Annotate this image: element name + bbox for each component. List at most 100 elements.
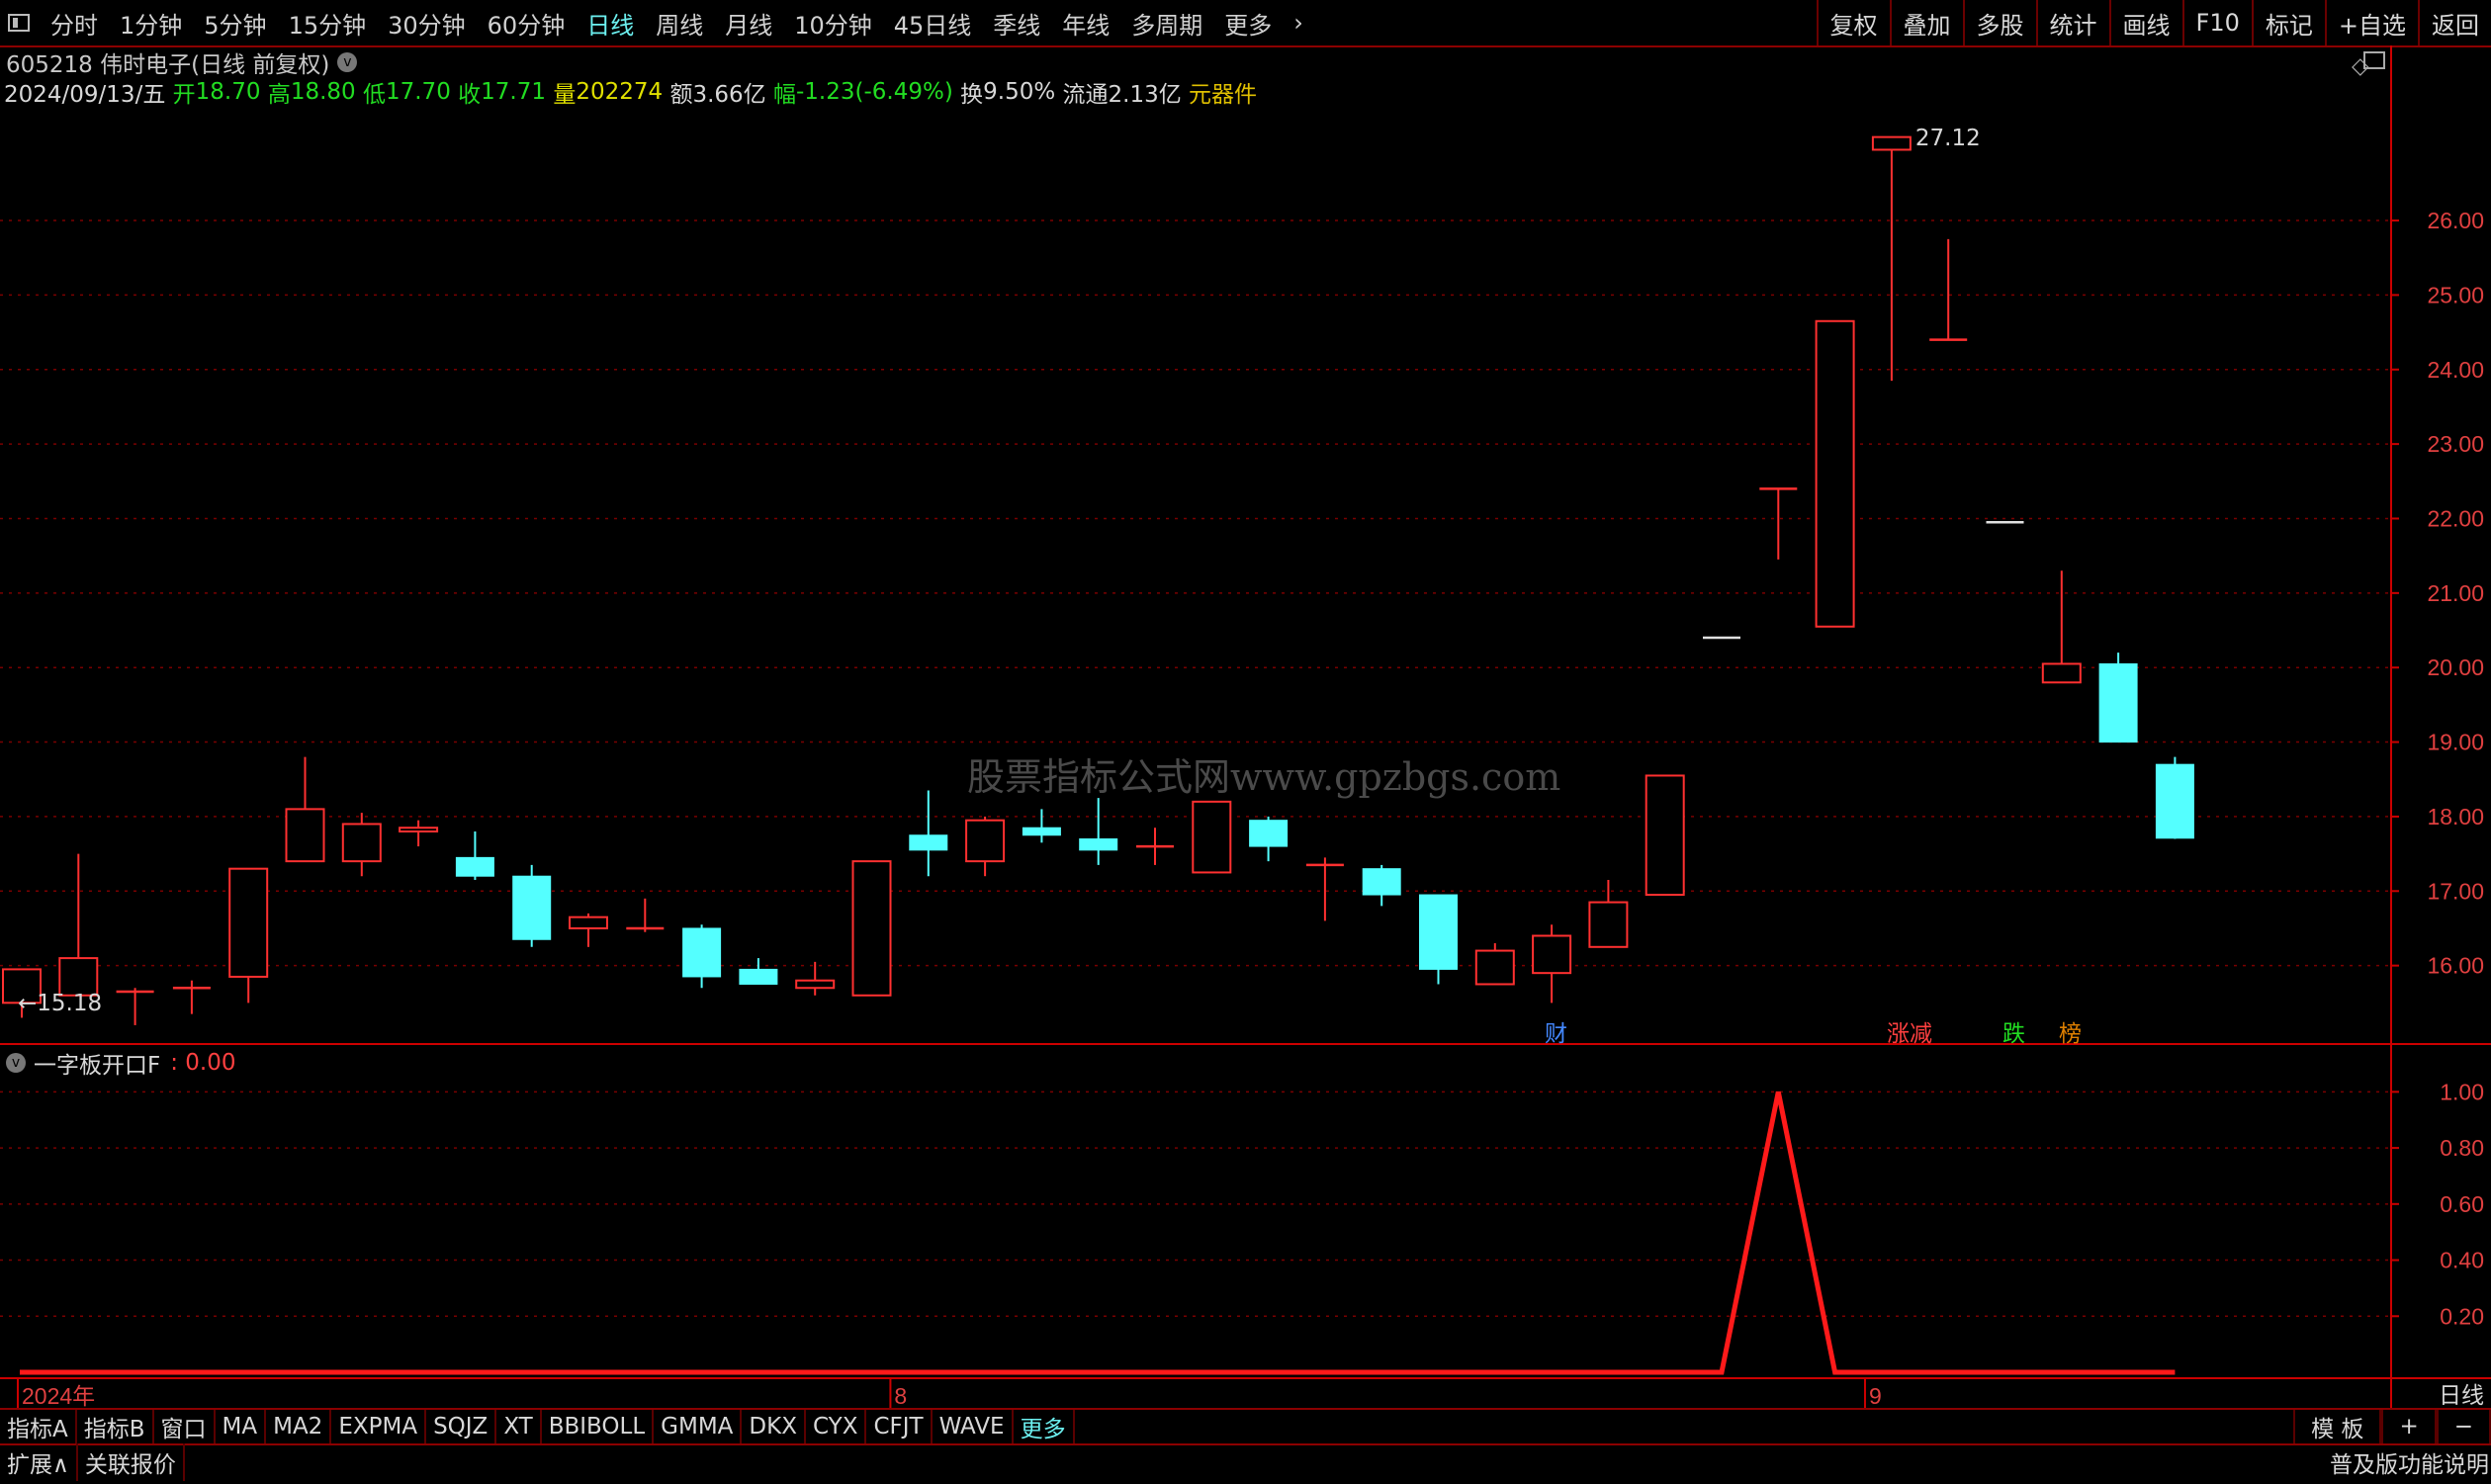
candle[interactable] bbox=[172, 980, 211, 1014]
price-tick-label: 16.00 bbox=[2427, 953, 2484, 979]
indicator-line bbox=[20, 1091, 2176, 1375]
candle[interactable] bbox=[851, 860, 892, 997]
indicator-title-row: v 一字板开口F : 0.00 bbox=[0, 1048, 2491, 1079]
candle-body bbox=[739, 968, 778, 985]
candle[interactable] bbox=[1532, 924, 1572, 1004]
candle[interactable] bbox=[58, 853, 99, 997]
candle-body bbox=[1362, 868, 1401, 896]
indicator-tab-5[interactable]: EXPMA bbox=[331, 1410, 427, 1443]
candle[interactable] bbox=[1419, 894, 1458, 985]
candle-body bbox=[1022, 827, 1061, 836]
edition-info-link[interactable]: 普及版功能说明 bbox=[2330, 1445, 2489, 1479]
candle-body bbox=[512, 875, 552, 940]
indicator-value-number: 0.00 bbox=[185, 1050, 236, 1076]
time-axis-label: 2024年 bbox=[22, 1383, 95, 1408]
candle[interactable] bbox=[1305, 857, 1344, 921]
indicator-tick-label: 0.60 bbox=[2440, 1191, 2484, 1217]
indicator-tab-12[interactable]: CFJT bbox=[866, 1410, 933, 1443]
candle[interactable] bbox=[909, 790, 948, 877]
candle-body bbox=[2098, 662, 2138, 743]
candle-body bbox=[341, 823, 382, 863]
candle[interactable] bbox=[1871, 135, 1912, 382]
status-bar: 扩展∧ 关联报价 普及版功能说明 bbox=[0, 1443, 2491, 1481]
event-mark-fall[interactable]: 跌 bbox=[2002, 1014, 2025, 1048]
indicator-dropdown-icon[interactable]: v bbox=[6, 1053, 26, 1073]
candle[interactable] bbox=[1022, 809, 1061, 843]
candle-body bbox=[228, 867, 269, 978]
candle-body bbox=[1079, 838, 1118, 851]
expand-button[interactable]: 扩展∧ bbox=[0, 1443, 78, 1481]
candle[interactable] bbox=[1249, 816, 1289, 862]
candle-body bbox=[2041, 662, 2082, 684]
candle[interactable] bbox=[1362, 864, 1401, 907]
price-tick-label: 21.00 bbox=[2427, 580, 2484, 606]
indicator-tab-0[interactable]: 指标A bbox=[0, 1410, 77, 1443]
related-quotes-button[interactable]: 关联报价 bbox=[78, 1443, 185, 1481]
candle-body bbox=[1474, 949, 1515, 986]
candle[interactable] bbox=[116, 988, 154, 1025]
candle[interactable] bbox=[739, 958, 778, 985]
candle[interactable] bbox=[569, 913, 608, 947]
candle[interactable] bbox=[1136, 828, 1174, 865]
price-tick-label: 17.00 bbox=[2427, 878, 2484, 904]
candle[interactable] bbox=[1645, 774, 1685, 897]
bottom-right-button-1[interactable]: + bbox=[2381, 1410, 2437, 1443]
indicator-tab-10[interactable]: DKX bbox=[742, 1410, 806, 1443]
candle-body bbox=[909, 834, 948, 851]
low-price-label: ←15.18 bbox=[18, 991, 103, 1016]
candle[interactable] bbox=[228, 867, 269, 1004]
candle[interactable] bbox=[1815, 319, 1855, 628]
indicator-name: 一字板开口F bbox=[34, 1053, 161, 1079]
candle[interactable] bbox=[512, 864, 552, 947]
price-tick-label: 26.00 bbox=[2427, 208, 2484, 233]
candle[interactable] bbox=[341, 813, 382, 877]
price-tick-label: 19.00 bbox=[2427, 730, 2484, 755]
candle[interactable] bbox=[2098, 653, 2138, 743]
bottom-right-button-0[interactable]: 模 板 bbox=[2293, 1410, 2382, 1443]
indicator-tab-2[interactable]: 窗口 bbox=[154, 1410, 216, 1443]
indicator-tab-13[interactable]: WAVE bbox=[933, 1410, 1014, 1443]
indicator-tab-14[interactable]: 更多 bbox=[1014, 1410, 1075, 1443]
candle[interactable] bbox=[1192, 800, 1232, 874]
candle[interactable] bbox=[2041, 570, 2082, 684]
candle[interactable] bbox=[285, 756, 325, 863]
indicator-tab-11[interactable]: CYX bbox=[806, 1410, 867, 1443]
kline-chart[interactable]: 26.00 25.00 24.00 23.00 22.00 21.00 20.00 19.00… bbox=[0, 0, 2491, 1408]
candle[interactable] bbox=[1588, 879, 1629, 948]
candle[interactable] bbox=[1474, 943, 1515, 986]
candle[interactable] bbox=[399, 820, 439, 847]
indicator-tab-4[interactable]: MA2 bbox=[266, 1410, 332, 1443]
indicator-tab-8[interactable]: BBIBOLL bbox=[542, 1410, 655, 1443]
indicator-tab-6[interactable]: SQJZ bbox=[426, 1410, 497, 1443]
candle[interactable] bbox=[626, 898, 665, 932]
candle[interactable] bbox=[965, 816, 1006, 877]
candle-body bbox=[399, 827, 439, 832]
time-axis-label: 8 bbox=[894, 1383, 907, 1408]
candle[interactable] bbox=[1759, 487, 1798, 560]
candle[interactable] bbox=[682, 924, 722, 989]
candle-body bbox=[2155, 763, 2194, 839]
candle-body bbox=[1419, 894, 1458, 970]
indicator-tab-3[interactable]: MA bbox=[216, 1410, 267, 1443]
event-mark-finance[interactable]: 财 bbox=[1545, 1014, 1567, 1048]
event-mark-reduce[interactable]: 涨减 bbox=[1887, 1014, 1932, 1048]
event-mark-list[interactable]: 榜 bbox=[2059, 1014, 2082, 1048]
indicator-tab-9[interactable]: GMMA bbox=[654, 1410, 743, 1443]
candle-body bbox=[455, 856, 494, 877]
candle[interactable] bbox=[1079, 798, 1118, 865]
bottom-right-button-2[interactable]: − bbox=[2436, 1410, 2491, 1443]
period-label: 日线 bbox=[2439, 1383, 2484, 1409]
candle[interactable] bbox=[795, 961, 836, 996]
candle-body bbox=[1532, 934, 1572, 975]
candle-body bbox=[1645, 774, 1685, 897]
price-tick-label: 20.00 bbox=[2427, 655, 2484, 680]
time-axis-label: 9 bbox=[1869, 1383, 1882, 1408]
candle[interactable] bbox=[455, 830, 494, 880]
candle[interactable] bbox=[1929, 238, 1968, 341]
candle[interactable] bbox=[2155, 756, 2194, 839]
high-price-label: 27.12 bbox=[1914, 125, 1981, 151]
indicator-tab-1[interactable]: 指标B bbox=[77, 1410, 154, 1443]
panel-toggle-icon[interactable] bbox=[2363, 51, 2385, 69]
candle-body bbox=[1192, 800, 1232, 874]
indicator-tab-7[interactable]: XT bbox=[496, 1410, 542, 1443]
